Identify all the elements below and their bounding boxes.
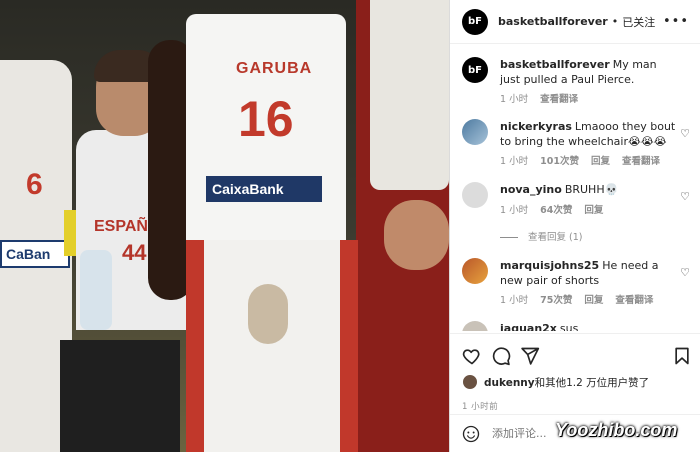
center-player-shorts [186, 240, 356, 452]
author-avatar[interactable]: bF [462, 8, 488, 35]
caption-body: basketballforever My man just pulled a Pa… [500, 57, 680, 87]
right-player-arm [384, 200, 449, 270]
emoji-icon[interactable] [462, 425, 480, 443]
comment-time: 1 小时 [500, 295, 529, 306]
more-icon[interactable]: ••• [663, 14, 689, 29]
comment-reply-button[interactable]: 回复 [591, 156, 610, 167]
left-player-sponsor: CaBan [0, 240, 70, 268]
likes-count-text[interactable]: 和其他1.2 万位用户赞了 [535, 377, 650, 389]
shorts-stain [248, 284, 288, 344]
comment-meta: 1 小时 75次赞 回复 查看翻译 [500, 292, 662, 306]
caption-time: 1 小时 [500, 94, 529, 105]
comment-likes[interactable]: 101次赞 [540, 156, 579, 167]
bookmark-icon[interactable] [672, 346, 692, 366]
center-player-number: 16 [238, 91, 294, 147]
heart-icon[interactable]: ♡ [680, 127, 690, 140]
comment-body: jaquan2x sus [500, 321, 680, 331]
action-bar [450, 333, 700, 373]
comment-avatar[interactable] [462, 182, 488, 208]
center-player-sponsor: CaixaBank [206, 176, 322, 202]
post-side-panel: bF basketballforever • 已关注 ••• bF basket… [449, 0, 700, 452]
comments-list[interactable]: bF basketballforever My man just pulled a… [450, 45, 700, 331]
post-timestamp: 1 小时前 [462, 402, 499, 412]
comment-avatar[interactable] [462, 119, 488, 145]
post-header: bF basketballforever • 已关注 ••• [450, 0, 700, 44]
comment-icon[interactable] [491, 346, 511, 366]
seated-player-number: 44 [122, 240, 147, 265]
comment-body: nickerkyras Lmaooo they bout to bring the… [500, 119, 680, 149]
comment-reply-button[interactable]: 回复 [584, 295, 603, 306]
left-player-number: 6 [26, 168, 43, 201]
header-separator-dot: • [611, 15, 619, 28]
follow-status[interactable]: 已关注 [622, 14, 655, 30]
post-photo[interactable]: 6 CaBan ESPAÑ 44 GARUBA 16 CaixaBank [0, 0, 449, 452]
caption-translate[interactable]: 查看翻译 [540, 94, 578, 105]
heart-icon[interactable]: ♡ [680, 190, 690, 203]
water-bottle [80, 250, 112, 330]
comment-username[interactable]: nova_yino [500, 183, 562, 196]
bench [60, 340, 180, 452]
comment-time: 1 小时 [500, 156, 529, 167]
caption-meta: 1 小时 查看翻译 [500, 91, 587, 105]
heart-icon[interactable] [462, 346, 482, 366]
right-player-shirt [370, 0, 449, 190]
comment-meta: 1 小时 64次赞 回复 [500, 202, 612, 216]
view-replies-label[interactable]: 查看回复 (1) [528, 232, 582, 243]
comment-translate[interactable]: 查看翻译 [615, 295, 653, 306]
liker-username[interactable]: dukenny [484, 377, 535, 389]
view-replies-button[interactable]: 查看回复 (1) [500, 229, 582, 243]
comment-reply-button[interactable]: 回复 [584, 205, 603, 216]
caption-avatar[interactable]: bF [462, 57, 488, 83]
comment-avatar[interactable] [462, 258, 488, 284]
comment-avatar[interactable] [462, 321, 488, 331]
comment-translate[interactable]: 查看翻译 [622, 156, 660, 167]
watermark: Yoozhibo.com [555, 420, 678, 440]
caption-username[interactable]: basketballforever [500, 58, 610, 71]
comment-text: sus [559, 322, 579, 331]
comment-likes[interactable]: 75次赞 [540, 295, 572, 306]
comment-time: 1 小时 [500, 205, 529, 216]
shorts-stripe-right [340, 240, 358, 452]
center-player-name: GARUBA [236, 60, 313, 77]
comment-likes[interactable]: 64次赞 [540, 205, 572, 216]
comment-username[interactable]: jaquan2x [500, 322, 557, 331]
author-username[interactable]: basketballforever [498, 15, 608, 28]
comment-username[interactable]: marquisjohns25 [500, 259, 599, 272]
view-replies-line [500, 237, 518, 238]
comment-body: nova_yino BRUHH💀 [500, 182, 680, 197]
comment-body: marquisjohns25 He need a new pair of shor… [500, 258, 680, 288]
shorts-stripe-left [186, 240, 204, 452]
comment-username[interactable]: nickerkyras [500, 120, 572, 133]
heart-icon[interactable]: ♡ [680, 266, 690, 279]
likes-summary[interactable]: dukenny和其他1.2 万位用户赞了 [462, 374, 649, 390]
comment-meta: 1 小时 101次赞 回复 查看翻译 [500, 153, 669, 167]
comment-text: BRUHH💀 [564, 183, 619, 196]
seated-player-jersey-text: ESPAÑ [94, 218, 148, 235]
share-icon[interactable] [520, 346, 540, 366]
liker-avatar[interactable] [462, 374, 478, 390]
